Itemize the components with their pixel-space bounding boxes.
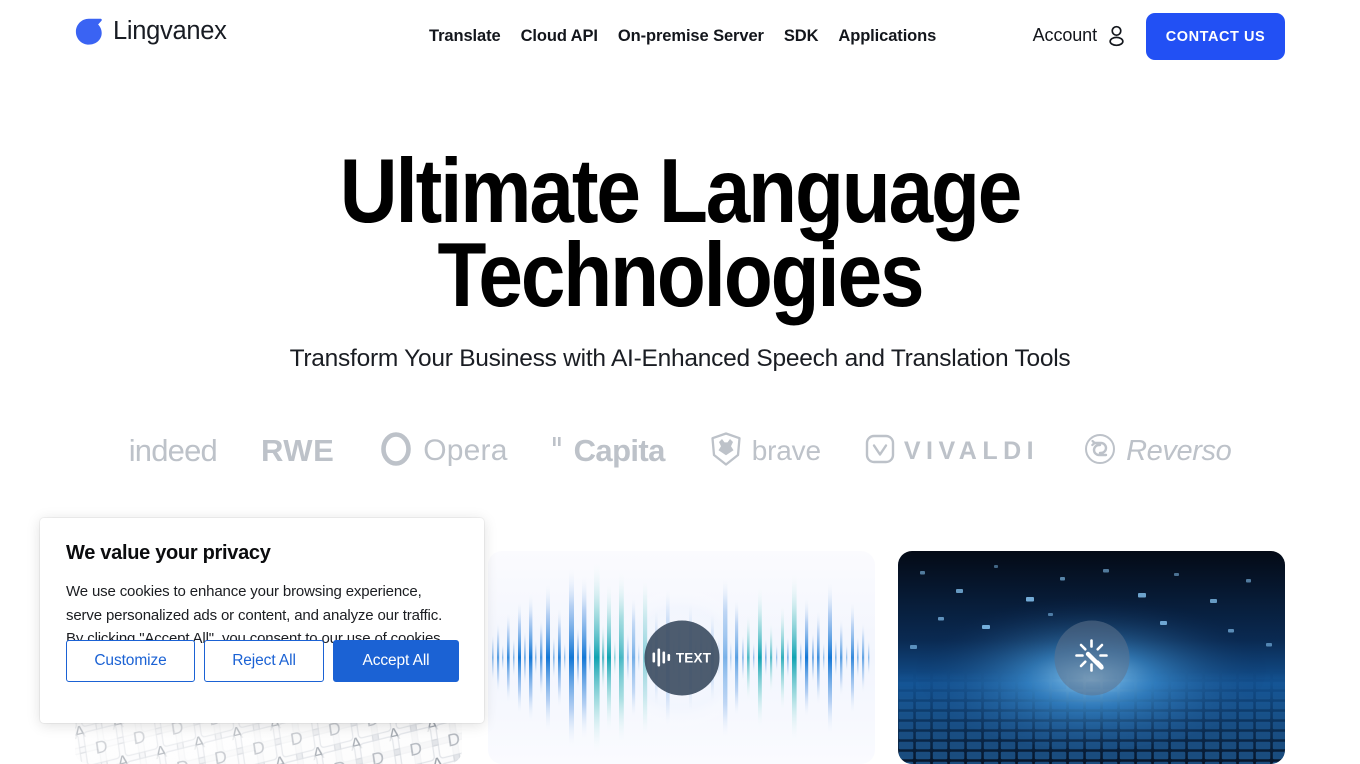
hero-title-line-2: Technologies <box>437 225 925 326</box>
reverso-circular-arrow-icon <box>1083 432 1117 471</box>
brand-logo-opera: Opera <box>378 431 507 472</box>
page-root: Lingvanex Translate Cloud API On-premise… <box>0 0 1360 764</box>
ai-digital-grid-card[interactable] <box>898 551 1285 764</box>
brand-logo-brave: brave <box>709 431 821 472</box>
cookie-consent-banner: We value your privacy We use cookies to … <box>40 518 484 723</box>
client-logo-strip: indeed RWE Opera Capita brave VIVALDI Re… <box>0 425 1360 477</box>
magic-wand-sparkle-icon <box>1072 635 1112 680</box>
cookie-customize-button[interactable]: Customize <box>66 640 195 682</box>
cookie-reject-all-button[interactable]: Reject All <box>204 640 324 682</box>
brand-logo-vivaldi: VIVALDI <box>865 434 1039 469</box>
lingvanex-drop-icon <box>74 17 104 47</box>
speech-to-text-badge-label: TEXT <box>675 650 712 665</box>
vivaldi-square-icon <box>865 434 895 469</box>
account-label: Account <box>1032 25 1097 45</box>
speech-waveform-card[interactable]: TEXT <box>488 551 875 764</box>
user-account-icon <box>1104 23 1129 48</box>
nav-item-applications[interactable]: Applications <box>838 24 936 48</box>
nav-item-on-premise-server[interactable]: On-premise Server <box>618 24 764 48</box>
account-link[interactable]: Account <box>1033 22 1129 48</box>
brand-logo-indeed: indeed <box>128 433 218 469</box>
opera-ring-icon <box>378 431 414 472</box>
cookie-banner-title: We value your privacy <box>66 542 271 564</box>
nav-item-sdk[interactable]: SDK <box>784 24 819 48</box>
brand-label-brave: brave <box>751 435 821 466</box>
hero-subtitle: Transform Your Business with AI-Enhanced… <box>289 345 1071 372</box>
page-title: Ultimate Language Technologies <box>82 146 1279 321</box>
site-logo[interactable]: Lingvanex <box>74 17 227 47</box>
nav-item-cloud-api[interactable]: Cloud API <box>521 24 598 48</box>
brand-label-capita: Capita <box>573 433 666 468</box>
cookie-accept-all-button[interactable]: Accept All <box>333 640 459 682</box>
brand-label-rwe: RWE <box>260 433 335 468</box>
brand-label-reverso: Reverso <box>1126 434 1232 467</box>
contact-us-button[interactable]: CONTACT US <box>1146 13 1285 60</box>
brave-lion-shield-icon <box>709 431 743 472</box>
cookie-banner-actions: Customize Reject All Accept All <box>66 640 459 682</box>
ai-enhance-badge <box>1054 620 1129 695</box>
brand-logo-rwe: RWE <box>261 433 334 469</box>
brand-logo-reverso: Reverso <box>1083 432 1232 471</box>
main-nav: Translate Cloud API On-premise Server SD… <box>429 24 936 48</box>
speech-to-text-badge: TEXT <box>644 620 719 695</box>
audio-bars-icon <box>652 647 672 669</box>
nav-item-translate[interactable]: Translate <box>429 24 501 48</box>
site-header: Lingvanex Translate Cloud API On-premise… <box>0 0 1360 73</box>
brand-label-opera: Opera <box>423 434 508 467</box>
logo-text: Lingvanex <box>113 17 227 46</box>
brand-logo-capita: Capita <box>552 433 665 469</box>
capita-ticks-icon <box>552 434 564 469</box>
brand-label-indeed: indeed <box>128 433 218 468</box>
brand-label-vivaldi: VIVALDI <box>903 436 1040 465</box>
